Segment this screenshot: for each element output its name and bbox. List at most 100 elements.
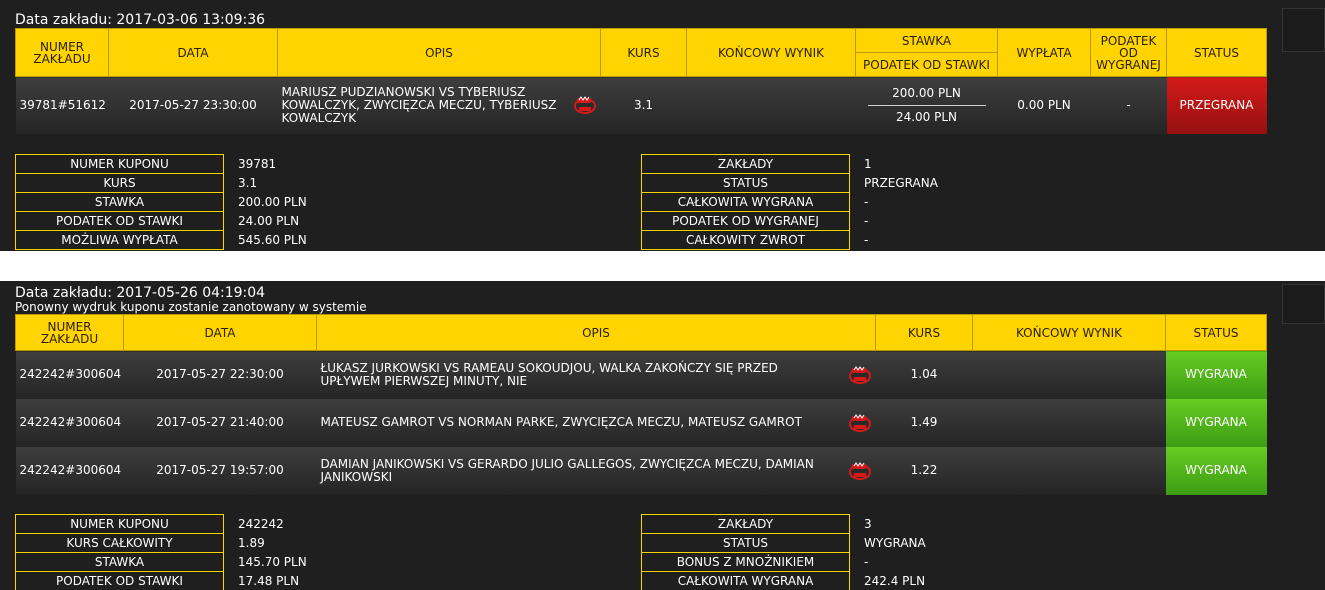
summary-label: STATUS <box>641 173 850 193</box>
bet-date-cell: 2017-05-27 19:57:00 <box>123 446 317 495</box>
summary-value: 1.89 <box>238 535 265 550</box>
header-description: OPIS <box>277 28 601 77</box>
summary-label: CAŁKOWITA WYGRANA <box>641 192 850 212</box>
status-badge: WYGRANA <box>1165 398 1267 447</box>
bet2-summary-right: ZAKŁADY 3 STATUS WYGRANA BONUS Z MNOŻNIKIE… <box>641 514 962 590</box>
bet2-table: NUMER ZAKŁADU DATA OPIS KURS KOŃCOWY WYN… <box>15 314 1267 495</box>
summary-value: 3 <box>864 516 872 531</box>
summary-label: PODATEK OD WYGRANEJ <box>641 211 850 231</box>
status-badge: WYGRANA <box>1165 350 1267 399</box>
header-win-tax: PODATEK OD WYGRANEJ <box>1090 28 1167 77</box>
header-status: STATUS <box>1166 28 1267 77</box>
summary-value: - <box>864 194 869 209</box>
bet-stake-cell: 200.00 PLN 24.00 PLN <box>855 76 998 134</box>
bet-stake-tax-value: 24.00 PLN <box>895 109 958 124</box>
summary-value: 242.4 PLN <box>864 573 926 588</box>
header-stake: STAWKA <box>855 28 998 53</box>
bet-final-result-cell <box>972 446 1166 495</box>
summary-label: NUMER KUPONU <box>15 154 224 174</box>
header-odds: KURS <box>600 28 687 77</box>
bet-payout-cell: 0.00 PLN <box>997 76 1091 134</box>
bet-number-cell: 39781#51612 <box>15 76 109 134</box>
page-divider <box>0 251 1325 281</box>
summary-label: PODATEK OD STAWKI <box>15 571 224 590</box>
table-row: 39781#51612 2017-05-27 23:30:00 MARIUSZ … <box>15 76 1267 134</box>
side-panel-button[interactable] <box>1282 284 1325 324</box>
header-bet-number: NUMER ZAKŁADU <box>15 28 109 77</box>
bet-stake-value: 200.00 PLN <box>867 86 986 106</box>
summary-label: NUMER KUPONU <box>15 514 224 534</box>
summary-value: - <box>864 232 869 247</box>
summary-label: ZAKŁADY <box>641 154 850 174</box>
summary-value: 39781 <box>238 156 277 171</box>
summary-value: WYGRANA <box>864 535 926 550</box>
bet-number-cell: 242242#300604 <box>15 398 124 447</box>
bet2-summary-left: NUMER KUPONU 242242 KURS CAŁKOWITY 1.89 ST… <box>15 514 336 590</box>
header-final-result: KOŃCOWY WYNIK <box>972 314 1166 351</box>
bet-date-cell: 2017-05-27 22:30:00 <box>123 350 317 399</box>
summary-value: 3.1 <box>238 175 258 190</box>
summary-label: KURS <box>15 173 224 193</box>
header-bet-number: NUMER ZAKŁADU <box>15 314 124 351</box>
bet-number-cell: 242242#300604 <box>15 350 124 399</box>
header-stake-tax: PODATEK OD STAWKI <box>855 52 998 77</box>
summary-value: 200.00 PLN <box>238 194 307 209</box>
bet-odds-cell: 1.22 <box>875 446 973 495</box>
summary-label: KURS CAŁKOWITY <box>15 533 224 553</box>
summary-label: PODATEK OD STAWKI <box>15 211 224 231</box>
header-final-result: KOŃCOWY WYNIK <box>686 28 856 77</box>
bet-number-cell: 242242#300604 <box>15 446 124 495</box>
bet-description-text: DAMIAN JANIKOWSKI VS GERARDO JULIO GALLE… <box>320 456 814 484</box>
status-badge: WYGRANA <box>1165 446 1267 495</box>
summary-label: ZAKŁADY <box>641 514 850 534</box>
bet-description-cell: MATEUSZ GAMROT VS NORMAN PARKE, ZWYCIĘZC… <box>316 398 876 447</box>
bet-date-cell: 2017-05-27 23:30:00 <box>108 76 278 134</box>
table-row: 242242#300604 2017-05-27 21:40:00 MATEUS… <box>15 398 1267 447</box>
bet-description-cell: MARIUSZ PUDZIANOWSKI VS TYBERIUSZ KOWALC… <box>277 76 601 134</box>
bet-final-result-cell <box>972 350 1166 399</box>
bet-date-cell: 2017-05-27 21:40:00 <box>123 398 317 447</box>
header-date: DATA <box>123 314 317 351</box>
bet-description-text: ŁUKASZ JURKOWSKI VS RAMEAU SOKOUDJOU, WA… <box>320 360 778 388</box>
bet1-summary-left: NUMER KUPONU 39781 KURS 3.1 STAWKA 200.00 P… <box>15 154 336 250</box>
header-payout: WYPŁATA <box>997 28 1091 77</box>
boxing-glove-icon <box>848 365 871 384</box>
bet-description-text: MARIUSZ PUDZIANOWSKI VS TYBERIUSZ KOWALC… <box>281 84 557 125</box>
summary-value: - <box>864 213 869 228</box>
summary-label: STATUS <box>641 533 850 553</box>
summary-value: 17.48 PLN <box>238 573 300 588</box>
bet-final-result-cell <box>972 398 1166 447</box>
bet-odds-cell: 3.1 <box>600 76 687 134</box>
bet1-date-label: Data zakładu: 2017-03-06 13:09:36 <box>15 12 266 28</box>
status-badge: PRZEGRANA <box>1166 76 1267 134</box>
header-date: DATA <box>108 28 278 77</box>
bet-description-text: MATEUSZ GAMROT VS NORMAN PARKE, ZWYCIĘZC… <box>320 415 802 429</box>
summary-label: STAWKA <box>15 552 224 572</box>
bet-win-tax-cell: - <box>1090 76 1167 134</box>
boxing-glove-icon <box>848 413 871 432</box>
summary-label: BONUS Z MNOŻNIKIEM <box>641 552 850 572</box>
boxing-glove-icon <box>848 461 871 480</box>
summary-label: CAŁKOWITA WYGRANA <box>641 571 850 590</box>
bet-description-cell: DAMIAN JANIKOWSKI VS GERARDO JULIO GALLE… <box>316 446 876 495</box>
bet2-date-label: Data zakładu: 2017-05-26 04:19:04 <box>15 285 266 301</box>
boxing-glove-icon <box>573 96 596 115</box>
summary-value: - <box>864 554 869 569</box>
bet-description-cell: ŁUKASZ JURKOWSKI VS RAMEAU SOKOUDJOU, WA… <box>316 350 876 399</box>
summary-value: PRZEGRANA <box>864 175 938 190</box>
bet1-summary-right: ZAKŁADY 1 STATUS PRZEGRANA CAŁKOWITA WYGRA… <box>641 154 962 250</box>
header-status: STATUS <box>1165 314 1267 351</box>
table-row: 242242#300604 2017-05-27 19:57:00 DAMIAN… <box>15 446 1267 495</box>
summary-label: CAŁKOWITY ZWROT <box>641 230 850 250</box>
side-panel-button[interactable] <box>1282 8 1325 52</box>
summary-label: STAWKA <box>15 192 224 212</box>
bet-odds-cell: 1.04 <box>875 350 973 399</box>
summary-value: 1 <box>864 156 872 171</box>
summary-value: 242242 <box>238 516 284 531</box>
summary-value: 545.60 PLN <box>238 232 307 247</box>
header-description: OPIS <box>316 314 876 351</box>
summary-label: MOŻLIWA WYPŁATA <box>15 230 224 250</box>
summary-value: 145.70 PLN <box>238 554 307 569</box>
header-odds: KURS <box>875 314 973 351</box>
reprint-note: Ponowny wydruk kuponu zostanie zanotowan… <box>15 300 367 314</box>
